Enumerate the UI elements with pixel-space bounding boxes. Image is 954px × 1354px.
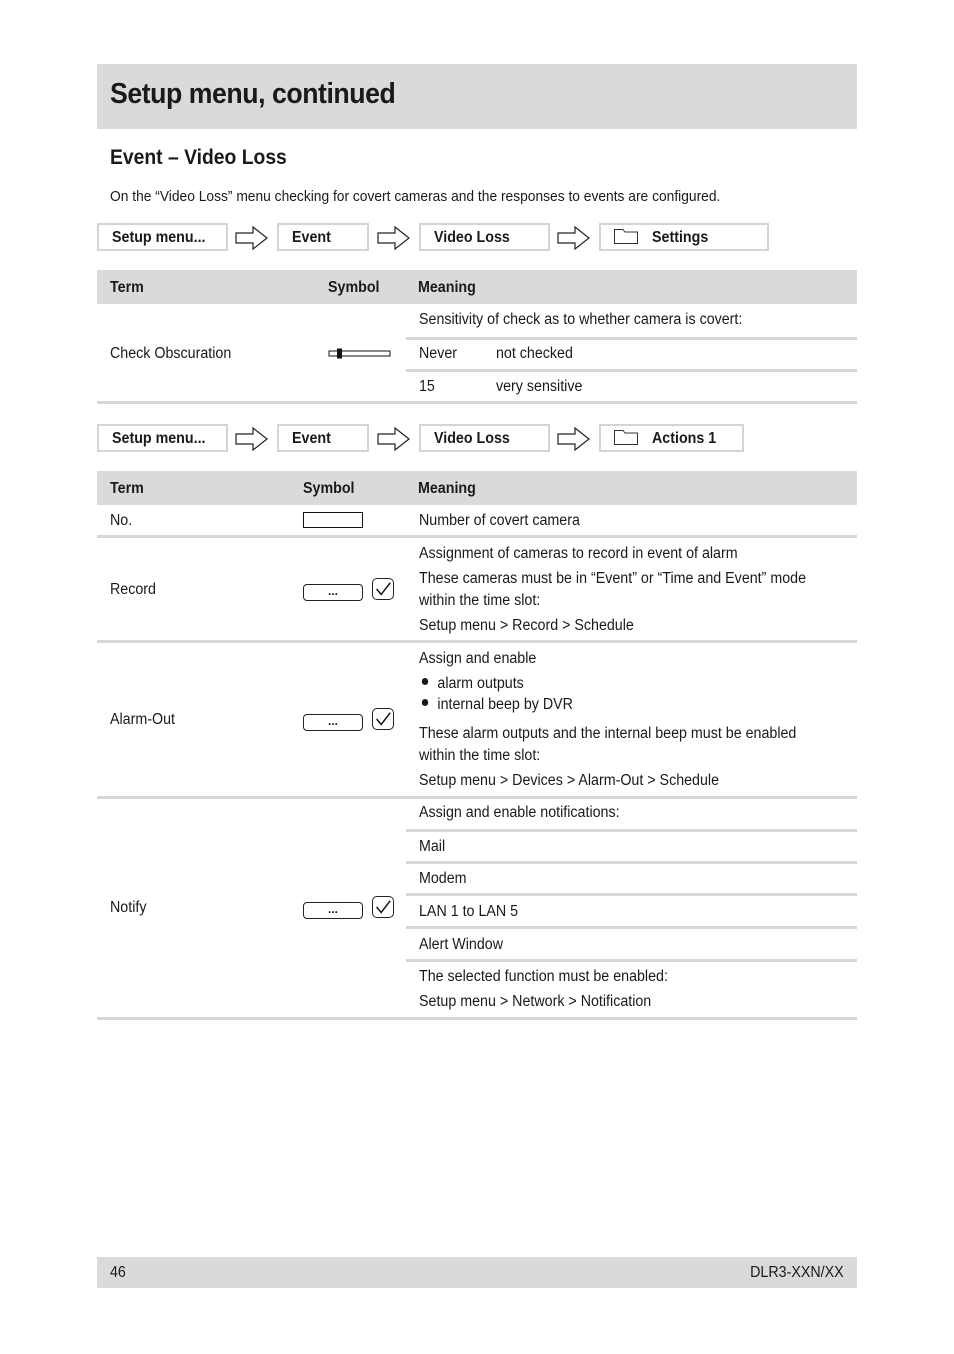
folder-icon — [614, 229, 638, 245]
meaning-path: Setup menu > Record > Schedule — [419, 617, 634, 634]
record-ellipsis-button[interactable]: ... — [303, 584, 363, 601]
crumb-label: Actions 1 — [652, 430, 717, 447]
meaning-text: These alarm outputs and the internal bee… — [419, 725, 797, 742]
section-title: Event – Video Loss — [110, 146, 287, 169]
term-alarm-out: Alarm-Out — [110, 711, 175, 728]
crumb-event: Event — [277, 424, 369, 452]
meaning-text: Number of covert camera — [419, 512, 580, 529]
crumb-actions-1: Actions 1 — [599, 424, 744, 452]
bullet-icon — [421, 678, 429, 686]
meaning-text: These cameras must be in “Event” or “Tim… — [419, 570, 807, 587]
crumb-video-loss: Video Loss — [419, 424, 550, 452]
divider — [97, 640, 857, 643]
arrow-right-icon — [235, 426, 268, 452]
crumb-label: Video Loss — [434, 229, 510, 246]
term-notify: Notify — [110, 899, 147, 916]
option-value: 15 — [419, 378, 435, 395]
crumb-label: Settings — [652, 229, 709, 246]
arrow-right-icon — [557, 225, 590, 251]
header-meaning: Meaning — [418, 480, 476, 497]
crumb-label: Event — [292, 430, 331, 447]
crumb-video-loss: Video Loss — [419, 223, 550, 251]
bullet-item: internal beep by DVR — [419, 696, 573, 714]
arrow-right-icon — [377, 426, 410, 452]
slider-icon[interactable] — [328, 348, 392, 360]
divider — [406, 861, 857, 864]
meaning-text: within the time slot: — [419, 747, 541, 764]
option-value: Never — [419, 345, 458, 362]
notify-option: Alert Window — [419, 936, 504, 953]
model-number: DLR3-XXN/XX — [750, 1264, 844, 1281]
notify-option: Mail — [419, 838, 446, 855]
crumb-setup-menu: Setup menu... — [97, 223, 228, 251]
notify-option: LAN 1 to LAN 5 — [419, 903, 519, 920]
crumb-label: Setup menu... — [112, 229, 206, 246]
intro-text: On the “Video Loss” menu checking for co… — [110, 188, 721, 205]
record-checkbox-checked-icon[interactable] — [372, 578, 394, 600]
bullet-icon — [421, 699, 429, 707]
meaning-text: Assignment of cameras to record in event… — [419, 545, 738, 562]
meaning-text: within the time slot: — [419, 592, 541, 609]
arrow-right-icon — [377, 225, 410, 251]
crumb-label: Setup menu... — [112, 430, 206, 447]
meaning-intro: Assign and enable — [419, 650, 537, 667]
term-record: Record — [110, 581, 156, 598]
alarm-out-checkbox-checked-icon[interactable] — [372, 708, 394, 730]
divider — [406, 959, 857, 962]
page-title: Setup menu, continued — [110, 78, 396, 110]
table-header: Term Symbol Meaning — [97, 471, 857, 505]
header-symbol: Symbol — [303, 480, 355, 497]
divider — [406, 926, 857, 929]
term-no: No. — [110, 512, 133, 529]
meaning-intro: Sensitivity of check as to whether camer… — [419, 311, 743, 328]
arrow-right-icon — [557, 426, 590, 452]
bullet-item: alarm outputs — [419, 675, 524, 693]
crumb-event: Event — [277, 223, 369, 251]
folder-icon — [614, 430, 638, 446]
divider — [406, 369, 857, 372]
meaning-path: Setup menu > Network > Notification — [419, 993, 652, 1010]
crumb-label: Event — [292, 229, 331, 246]
header-meaning: Meaning — [418, 279, 476, 296]
meaning-path: Setup menu > Devices > Alarm-Out > Sched… — [419, 772, 720, 789]
crumb-setup-menu: Setup menu... — [97, 424, 228, 452]
meaning-intro: Assign and enable notifications: — [419, 804, 620, 821]
number-input[interactable] — [303, 512, 363, 528]
page-header: Setup menu, continued — [97, 64, 857, 129]
page-number: 46 — [110, 1264, 126, 1281]
arrow-right-icon — [235, 225, 268, 251]
divider — [406, 337, 857, 340]
table-bottom-rule — [97, 401, 857, 404]
divider — [97, 796, 857, 799]
notify-checkbox-checked-icon[interactable] — [372, 896, 394, 918]
divider — [406, 893, 857, 896]
bullet-text: internal beep by DVR — [437, 696, 573, 713]
header-term: Term — [110, 279, 144, 296]
crumb-settings: Settings — [599, 223, 769, 251]
page-footer: 46 DLR3-XXN/XX — [97, 1257, 857, 1288]
meaning-text: The selected function must be enabled: — [419, 968, 668, 985]
notify-option: Modem — [419, 870, 467, 887]
table-bottom-rule — [97, 1017, 857, 1020]
divider — [97, 535, 857, 538]
option-desc: very sensitive — [496, 378, 583, 395]
table-header: Term Symbol Meaning — [97, 270, 857, 304]
bullet-text: alarm outputs — [437, 675, 524, 692]
divider — [406, 829, 857, 832]
option-desc: not checked — [496, 345, 573, 362]
header-symbol: Symbol — [328, 279, 380, 296]
crumb-label: Video Loss — [434, 430, 510, 447]
term-check-obscuration: Check Obscuration — [110, 345, 232, 362]
alarm-out-ellipsis-button[interactable]: ... — [303, 714, 363, 731]
notify-ellipsis-button[interactable]: ... — [303, 902, 363, 919]
header-term: Term — [110, 480, 144, 497]
